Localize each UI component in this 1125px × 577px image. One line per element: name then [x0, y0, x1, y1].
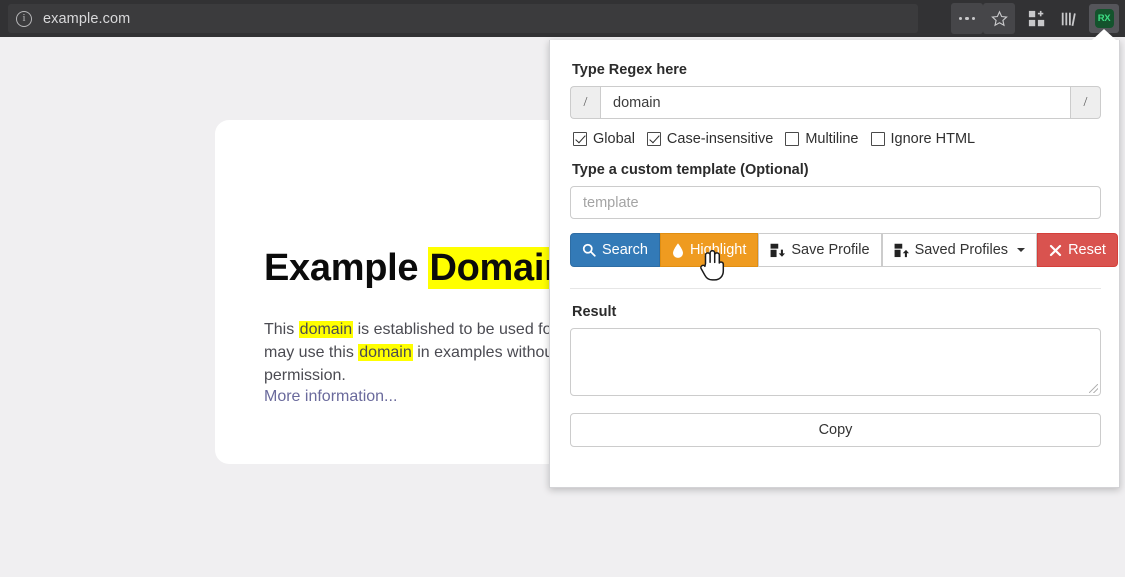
template-input[interactable]: [570, 186, 1101, 219]
checkbox-ignore-html[interactable]: Ignore HTML: [870, 131, 976, 147]
checkbox-case-insensitive[interactable]: Case-insensitive: [646, 131, 774, 147]
site-info-icon[interactable]: i: [16, 10, 32, 27]
checkbox-global-box[interactable]: [573, 132, 587, 146]
checkbox-global[interactable]: Global: [573, 131, 635, 147]
saved-profiles-button-label: Saved Profiles: [914, 242, 1009, 258]
checkbox-ignore-html-label: Ignore HTML: [890, 131, 976, 147]
magnifier-icon: [582, 243, 596, 257]
checkbox-case-insensitive-box[interactable]: [646, 132, 661, 146]
regex-input-group: / /: [570, 86, 1101, 119]
reset-button[interactable]: Reset: [1037, 233, 1118, 267]
section-divider: [570, 288, 1101, 289]
search-button-label: Search: [602, 242, 648, 258]
page-title: Example Domain: [264, 247, 569, 290]
result-textarea-wrap: [570, 328, 1101, 396]
url-text: example.com: [43, 10, 131, 27]
library-bars-icon: [1060, 10, 1078, 28]
regex-flags-row: Global Case-insensitive Multiline Ignore…: [573, 131, 1099, 147]
regex-suffix-slash: /: [1071, 86, 1101, 119]
result-label: Result: [572, 304, 617, 320]
regex-field-label: Type Regex here: [572, 62, 687, 78]
paragraph-highlight-1: domain: [298, 321, 354, 338]
checkbox-multiline-label: Multiline: [805, 131, 859, 147]
bookmark-star-button[interactable]: [983, 3, 1015, 34]
paragraph-part-4: in examples withou: [412, 344, 554, 361]
paragraph-part-5: permission.: [264, 367, 346, 384]
checkbox-case-insensitive-label: Case-insensitive: [666, 131, 774, 147]
result-textarea[interactable]: [571, 329, 1100, 395]
more-information-link[interactable]: More information...: [264, 388, 397, 406]
page-title-highlight: Domain: [428, 247, 569, 290]
ellipsis-icon: [958, 16, 976, 21]
saved-profiles-dropdown[interactable]: Saved Profiles: [881, 233, 1038, 267]
page-actions-ellipsis-button[interactable]: [951, 3, 983, 34]
paragraph-highlight-2: domain: [358, 344, 413, 361]
copy-button[interactable]: Copy: [570, 413, 1101, 447]
paragraph-part-3: may use this: [264, 344, 359, 361]
popup-arrow: [1092, 29, 1116, 40]
library-button[interactable]: [1053, 3, 1085, 34]
droplet-icon: [672, 242, 684, 258]
star-icon: [990, 10, 1008, 27]
regex-input[interactable]: [600, 86, 1071, 119]
save-download-icon: [770, 243, 786, 258]
page-title-text: Example: [264, 247, 429, 290]
search-button[interactable]: Search: [570, 233, 660, 267]
checkbox-multiline[interactable]: Multiline: [785, 131, 859, 147]
highlight-button[interactable]: Highlight: [659, 233, 759, 267]
regex-extension-icon: RX: [1094, 9, 1114, 28]
x-icon: [1049, 244, 1062, 257]
extensions-add-button[interactable]: [1021, 3, 1053, 34]
checkbox-multiline-box[interactable]: [785, 132, 800, 146]
paragraph-part-2: is established to be used fo: [353, 321, 552, 338]
resize-grip-icon[interactable]: [1089, 384, 1098, 393]
url-bar[interactable]: i example.com: [8, 4, 918, 33]
save-profile-button[interactable]: Save Profile: [758, 233, 882, 267]
paragraph-part-1: This: [264, 321, 299, 338]
save-upload-icon: [894, 243, 909, 258]
regex-extension-popup: Type Regex here / / Global Case-insensit…: [549, 40, 1120, 488]
save-profile-button-label: Save Profile: [791, 242, 870, 258]
browser-toolbar: i example.com RX: [0, 0, 1125, 37]
chevron-down-icon: [1017, 248, 1026, 252]
regex-prefix-slash: /: [570, 86, 600, 119]
reset-button-label: Reset: [1068, 242, 1106, 258]
checkbox-global-label: Global: [593, 131, 635, 147]
checkbox-ignore-html-box[interactable]: [870, 132, 885, 146]
template-field-label: Type a custom template (Optional): [572, 162, 809, 178]
action-button-group: Search Highlight Save Profile Saved Prof…: [570, 233, 1118, 267]
highlight-button-label: Highlight: [689, 242, 747, 258]
extensions-grid-plus-icon: [1028, 10, 1046, 28]
